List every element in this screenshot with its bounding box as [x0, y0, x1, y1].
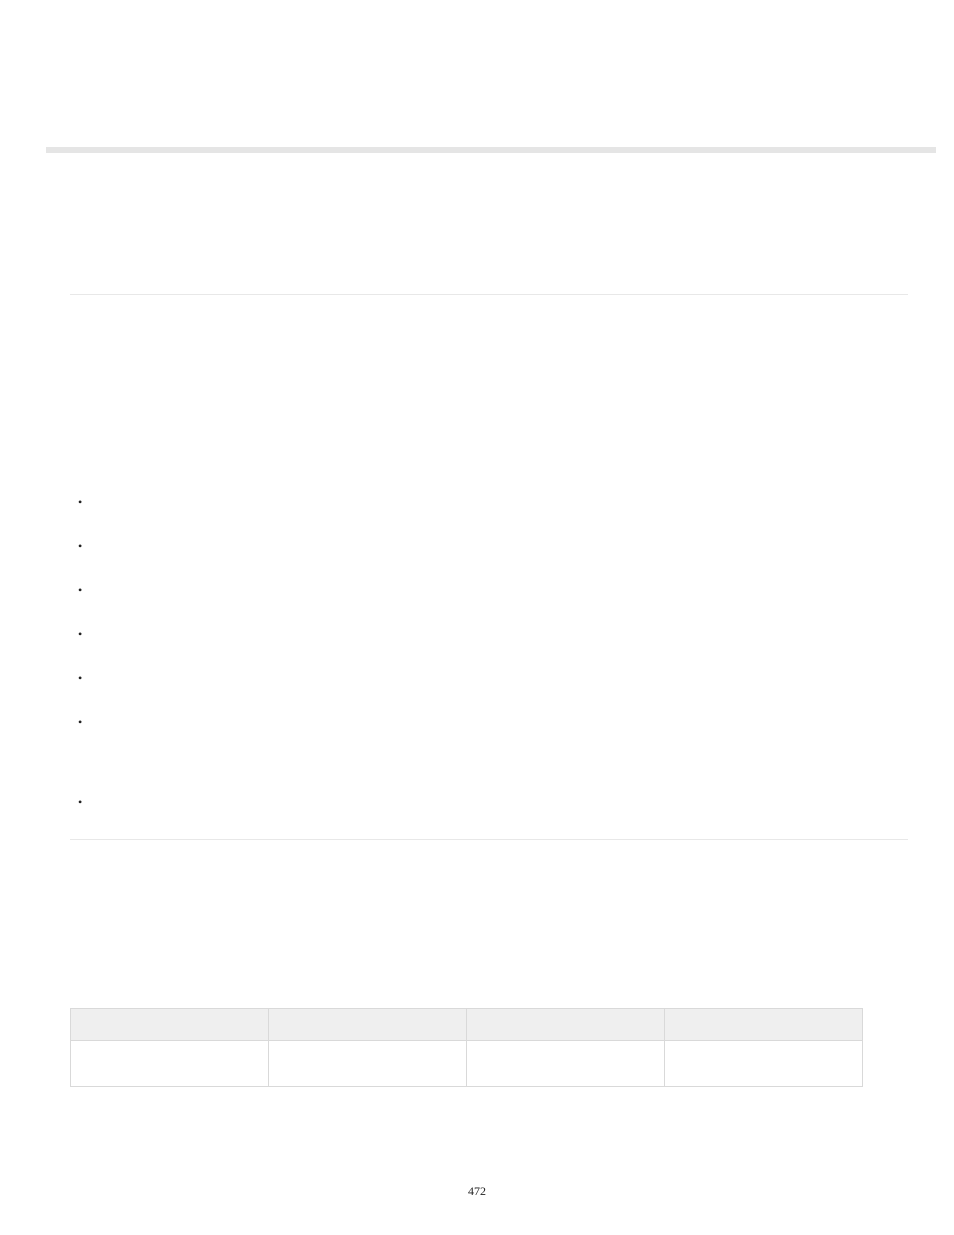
list-item [70, 715, 908, 729]
list-item [70, 539, 908, 553]
table-header-cell [71, 1009, 269, 1041]
table-cell [71, 1041, 269, 1087]
table-header-cell [665, 1009, 863, 1041]
table-header-cell [467, 1009, 665, 1041]
list-item [70, 627, 908, 641]
table-cell [665, 1041, 863, 1087]
table-header-cell [269, 1009, 467, 1041]
list-item [70, 671, 908, 685]
table-cell [269, 1041, 467, 1087]
list-item [70, 583, 908, 597]
page-number: 472 [0, 1184, 954, 1199]
page-content [70, 160, 908, 1165]
bullet-list [70, 495, 908, 809]
table-row [71, 1041, 863, 1087]
list-item [70, 495, 908, 509]
list-item [70, 795, 908, 809]
data-table [70, 1008, 863, 1087]
header-rule [46, 147, 936, 153]
table-cell [467, 1041, 665, 1087]
table-header-row [71, 1009, 863, 1041]
